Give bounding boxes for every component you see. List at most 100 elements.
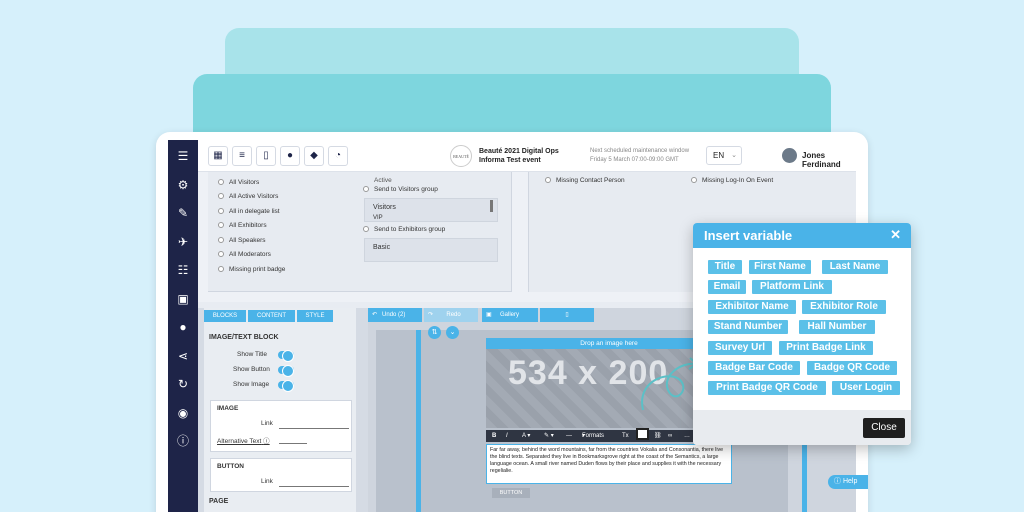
info-icon[interactable]: ⓘ <box>175 433 191 449</box>
undo-button[interactable]: ↶ Undo (2) <box>368 308 422 322</box>
menu-icon[interactable]: ☰ <box>175 148 191 164</box>
template-button[interactable]: BUTTON <box>492 488 530 498</box>
close-icon[interactable]: ✕ <box>890 227 901 243</box>
variable-chip-first-name[interactable]: First Name <box>749 260 811 274</box>
text-color-icon[interactable]: A ▾ <box>522 430 530 442</box>
arrow-decoration <box>641 357 699 411</box>
scrollbar[interactable] <box>490 200 493 212</box>
group-icon[interactable]: ● <box>280 146 300 166</box>
exhibitors-group-list[interactable]: Basic <box>364 238 498 262</box>
divider-icon[interactable]: — <box>566 430 572 442</box>
variable-chip-title[interactable]: Title <box>708 260 742 274</box>
insert-variable-icon[interactable] <box>636 428 649 440</box>
formats-menu[interactable]: Formats ▾ <box>582 430 604 442</box>
unlink-icon[interactable]: ⛓ <box>654 430 662 442</box>
more-icon[interactable]: … <box>684 430 690 442</box>
eye-icon[interactable]: ◉ <box>175 405 191 421</box>
variable-chip-badge-qr-code[interactable]: Badge QR Code <box>807 361 897 375</box>
radio-option[interactable]: Missing Contact Person <box>545 177 625 184</box>
image-link-input[interactable] <box>279 428 349 429</box>
image-settings-card: IMAGE Link Alternative Text ⓘ <box>210 400 352 452</box>
calendar-icon[interactable]: ▦ <box>208 146 228 166</box>
variable-chip-hall-number[interactable]: Hall Number <box>799 320 875 334</box>
redo-button[interactable]: ↷ Redo <box>424 308 478 322</box>
group-list-item[interactable]: Basic <box>373 244 489 251</box>
variable-chip-stand-number[interactable]: Stand Number <box>708 320 788 334</box>
tab-content[interactable]: CONTENT <box>248 310 295 322</box>
clear-format-icon[interactable]: Tx <box>622 430 629 442</box>
preview-button[interactable]: ▯ <box>540 308 594 322</box>
radio-option[interactable]: All Moderators <box>218 251 271 258</box>
radio-option[interactable]: All Exhibitors <box>218 222 267 229</box>
language-value: EN <box>713 151 725 160</box>
chevron-down-icon[interactable]: ⌄ <box>446 326 459 339</box>
sliders-icon[interactable]: ☷ <box>175 262 191 278</box>
toggle-label: Show Title <box>237 351 267 358</box>
italic-icon[interactable]: I <box>506 430 508 442</box>
visitors-group-list[interactable]: Visitors VIP <box>364 198 498 222</box>
close-button[interactable]: Close <box>863 418 905 438</box>
tag-icon[interactable]: ◆ <box>304 146 324 166</box>
field-label: Link <box>261 478 273 485</box>
image-icon: ▣ <box>486 312 492 318</box>
variable-chip-print-badge-link[interactable]: Print Badge Link <box>779 341 873 355</box>
radio-send-visitors[interactable]: Send to Visitors group <box>363 186 438 193</box>
plane-icon[interactable]: ✈ <box>175 234 191 250</box>
settings-icon[interactable]: ⚙ <box>175 177 191 193</box>
variable-chip-user-login[interactable]: User Login <box>832 381 900 395</box>
tab-style[interactable]: STYLE <box>297 310 333 322</box>
event-subtitle: Informa Test event <box>479 157 541 164</box>
gauge-icon[interactable]: ◔ <box>328 146 348 166</box>
sidebar: ☰ ⚙ ✎ ✈ ☷ ▣ ● ⋖ ↻ ◉ ⓘ <box>168 140 198 512</box>
variable-chip-email[interactable]: Email <box>708 280 746 294</box>
refresh-icon[interactable]: ↻ <box>175 376 191 392</box>
alt-text-input[interactable] <box>279 443 307 444</box>
radio-option[interactable]: Missing print badge <box>218 266 285 273</box>
link-icon[interactable]: ∞ <box>668 430 672 442</box>
undo-icon: ↶ <box>372 312 378 318</box>
avatar[interactable] <box>782 148 797 163</box>
text-block[interactable]: Far far away, behind the word mountains,… <box>486 444 732 484</box>
radio-send-exhibitors[interactable]: Send to Exhibitors group <box>363 226 445 233</box>
radio-option[interactable]: All Active Visitors <box>218 193 278 200</box>
toggle-label: Show Button <box>233 366 270 373</box>
language-select[interactable]: EN ⌄ <box>706 146 742 165</box>
bold-icon[interactable]: B <box>492 430 496 442</box>
move-up-icon[interactable]: ⇅ <box>428 326 441 339</box>
share-icon[interactable]: ⋖ <box>175 348 191 364</box>
radio-option[interactable]: All in delegate list <box>218 208 280 215</box>
database-icon[interactable]: ≡ <box>232 146 252 166</box>
tablet-icon: ▯ <box>565 312 569 318</box>
edit-icon[interactable]: ✎ <box>175 205 191 221</box>
group-list-item[interactable]: VIP <box>373 215 489 221</box>
variable-chip-last-name[interactable]: Last Name <box>822 260 888 274</box>
briefcase-icon[interactable]: ▣ <box>175 291 191 307</box>
group-list-item[interactable]: Visitors <box>373 204 489 211</box>
variable-chip-platform-link[interactable]: Platform Link <box>752 280 832 294</box>
variable-chip-print-badge-qr-code[interactable]: Print Badge QR Code <box>708 381 826 395</box>
variable-chip-exhibitor-role[interactable]: Exhibitor Role <box>802 300 886 314</box>
radio-option[interactable]: All Speakers <box>218 237 266 244</box>
block-title: IMAGE/TEXT BLOCK <box>209 334 279 341</box>
help-button[interactable]: ⓘ Help <box>828 475 868 489</box>
drop-zone-edge <box>416 330 421 512</box>
radio-option[interactable]: Missing Log-In On Event <box>691 177 773 184</box>
variable-chip-exhibitor-name[interactable]: Exhibitor Name <box>708 300 796 314</box>
variable-chip-badge-bar-code[interactable]: Badge Bar Code <box>708 361 800 375</box>
chevron-down-icon: ⌄ <box>731 152 737 159</box>
radio-option[interactable]: All Visitors <box>218 179 259 186</box>
show-button-toggle[interactable] <box>278 365 294 377</box>
group-list-item: Active <box>374 177 392 184</box>
users-icon[interactable]: ● <box>175 319 191 335</box>
event-logo: BEAUTÉ <box>450 145 472 167</box>
show-image-toggle[interactable] <box>278 380 294 392</box>
link-icon[interactable]: ✎ ▾ <box>544 430 554 442</box>
user-name[interactable]: Jones Ferdinand <box>802 151 856 169</box>
tab-blocks[interactable]: BLOCKS <box>204 310 246 322</box>
mobile-icon[interactable]: ▯ <box>256 146 276 166</box>
gallery-button[interactable]: ▣ Gallery <box>482 308 538 322</box>
button-link-input[interactable] <box>279 486 349 487</box>
maintenance-time: Friday 5 March 07:00-09:00 GMT <box>590 157 679 163</box>
show-title-toggle[interactable] <box>278 350 294 362</box>
variable-chip-survey-url[interactable]: Survey Url <box>708 341 772 355</box>
